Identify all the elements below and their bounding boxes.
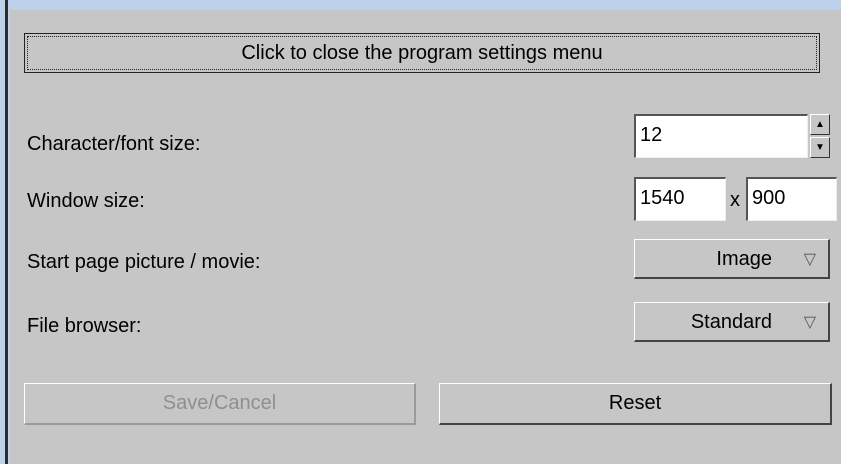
window-height-value: 900 [752,187,786,209]
save-cancel-label: Save/Cancel [162,392,277,414]
font-size-stepper[interactable]: ▲ ▼ [810,114,830,158]
reset-label: Reset [608,392,662,414]
window-size-label: Window size: [27,190,145,212]
start-page-label: Start page picture / movie: [27,251,261,273]
start-page-selected: Image [716,248,772,270]
window-size-separator: x [730,189,740,211]
font-size-input[interactable]: 12 [634,114,808,158]
start-page-dropdown[interactable]: Image ▽ [634,239,830,279]
dropdown-arrow-icon: ▽ [803,251,816,268]
font-size-label: Character/font size: [27,133,201,155]
reset-button[interactable]: Reset [439,383,832,425]
spin-up-icon[interactable]: ▲ [810,114,830,135]
file-browser-label: File browser: [27,315,142,337]
window-left-border [5,0,8,464]
window-width-value: 1540 [640,187,685,209]
dropdown-arrow-icon: ▽ [803,314,816,331]
save-cancel-button[interactable]: Save/Cancel [24,383,416,425]
close-settings-menu-label: Click to close the program settings menu [241,41,603,64]
file-browser-selected: Standard [690,311,772,333]
settings-panel: Click to close the program settings menu… [10,10,841,464]
close-settings-menu-button[interactable]: Click to close the program settings menu [24,33,820,73]
font-size-value: 12 [640,124,663,146]
file-browser-dropdown[interactable]: Standard ▽ [634,302,830,342]
window-width-input[interactable]: 1540 [634,177,726,221]
window-height-input[interactable]: 900 [746,177,837,221]
spin-down-icon[interactable]: ▼ [810,137,830,158]
